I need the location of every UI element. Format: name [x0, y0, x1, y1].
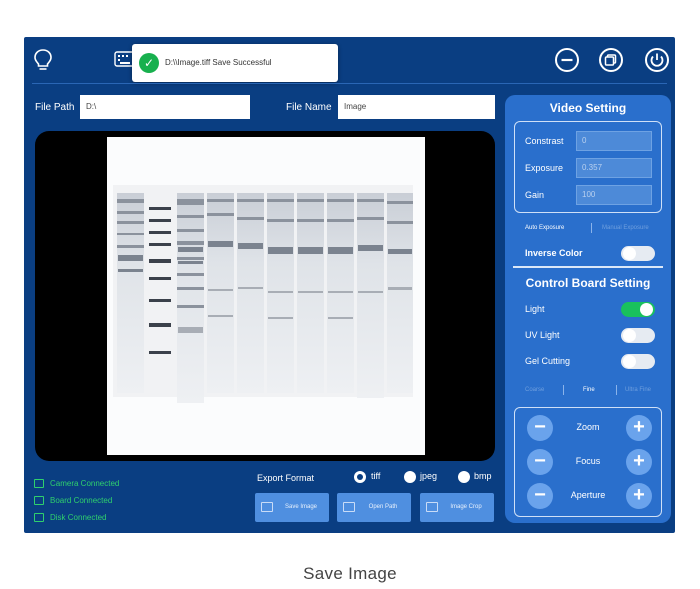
gel-cutting-label: Gel Cutting — [525, 356, 571, 366]
board-status: Board Connected — [50, 496, 113, 505]
image-crop-label: Image Crop — [450, 504, 482, 510]
file-path-label: File Path — [35, 102, 75, 113]
restore-icon[interactable] — [598, 47, 624, 73]
toggle-knob — [623, 355, 636, 368]
disk-status: Disk Connected — [50, 513, 107, 522]
radio-tiff-dot[interactable] — [354, 471, 366, 483]
light-label: Light — [525, 304, 545, 314]
file-name-label: File Name — [286, 102, 332, 113]
video-setting-title: Video Setting — [549, 101, 627, 115]
open-path-label: Open Path — [368, 504, 398, 510]
settings-panel: Video Setting Constrast 0 Exposure 0.357… — [505, 95, 671, 523]
radio-jpeg-dot[interactable] — [404, 471, 416, 483]
top-bar: ✓ D:\\Image.tiff Save Successful — [24, 37, 675, 83]
aperture-plus-button[interactable]: + — [626, 483, 652, 509]
toggle-knob — [623, 247, 636, 260]
power-icon[interactable] — [644, 47, 670, 73]
mode-separator — [563, 385, 564, 395]
app-window: ✓ D:\\Image.tiff Save Successful File Pa… — [24, 37, 675, 533]
save-toast: ✓ D:\\Image.tiff Save Successful — [132, 44, 338, 82]
file-name-input[interactable]: Image — [338, 95, 495, 119]
radio-jpeg-label: jpeg — [420, 471, 438, 481]
mode-separator — [616, 385, 617, 395]
board-icon — [34, 496, 44, 505]
radio-bmp-dot[interactable] — [458, 471, 470, 483]
light-toggle[interactable] — [621, 302, 655, 317]
constrast-label: Constrast — [525, 136, 564, 146]
gel-image — [107, 137, 425, 455]
section-divider — [513, 266, 663, 268]
disk-icon — [34, 513, 44, 522]
lightbulb-icon[interactable] — [32, 48, 54, 72]
gel-cutting-toggle[interactable] — [621, 354, 655, 369]
caption: Save Image — [303, 564, 397, 583]
toggle-knob — [623, 329, 636, 342]
gain-input[interactable]: 100 — [576, 185, 652, 205]
image-crop-button[interactable]: Image Crop — [420, 493, 494, 522]
focus-plus-button[interactable]: + — [626, 449, 652, 475]
image-icon — [261, 502, 273, 512]
control-board-title: Control Board Setting — [525, 276, 651, 290]
image-viewer — [35, 131, 495, 461]
minus-circle-icon[interactable] — [554, 47, 580, 73]
tab-separator — [591, 223, 592, 233]
radio-tiff-label: tiff — [371, 471, 381, 481]
top-divider — [32, 83, 667, 84]
radio-jpeg[interactable]: jpeg — [404, 471, 464, 485]
toast-message: D:\\Image.tiff Save Successful — [165, 58, 272, 67]
gain-label: Gain — [525, 190, 545, 200]
exposure-input[interactable]: 0.357 — [576, 158, 652, 178]
zoom-plus-button[interactable]: + — [626, 415, 652, 441]
save-image-button[interactable]: Save Image — [255, 493, 329, 522]
mode-coarse[interactable]: Coarse — [525, 387, 544, 393]
constrast-input[interactable]: 0 — [576, 131, 652, 151]
success-check-icon: ✓ — [139, 53, 159, 73]
mode-fine[interactable]: Fine — [583, 387, 595, 393]
exposure-label: Exposure — [525, 163, 564, 173]
tab-auto-exposure[interactable]: Auto Exposure — [525, 225, 564, 231]
mode-ultra-fine[interactable]: Ultra Fine — [625, 387, 651, 393]
inverse-color-label: Inverse Color — [525, 248, 583, 258]
export-format-label: Export Format — [257, 473, 315, 483]
radio-bmp-label: bmp — [474, 471, 492, 481]
camera-status: Camera Connected — [50, 479, 120, 488]
save-image-label: Save Image — [284, 504, 318, 510]
open-path-button[interactable]: Open Path — [337, 493, 411, 522]
uv-light-label: UV Light — [525, 330, 560, 340]
toggle-knob — [640, 303, 653, 316]
gel-electrophoresis-image — [113, 185, 413, 403]
folder-icon — [343, 502, 355, 512]
crop-icon — [426, 502, 438, 512]
radio-bmp[interactable]: bmp — [458, 471, 508, 485]
camera-icon — [34, 479, 44, 488]
tab-manual-exposure[interactable]: Manual Exposure — [602, 225, 649, 231]
inverse-color-toggle[interactable] — [621, 246, 655, 261]
uv-light-toggle[interactable] — [621, 328, 655, 343]
file-path-input[interactable]: D:\ — [80, 95, 250, 119]
